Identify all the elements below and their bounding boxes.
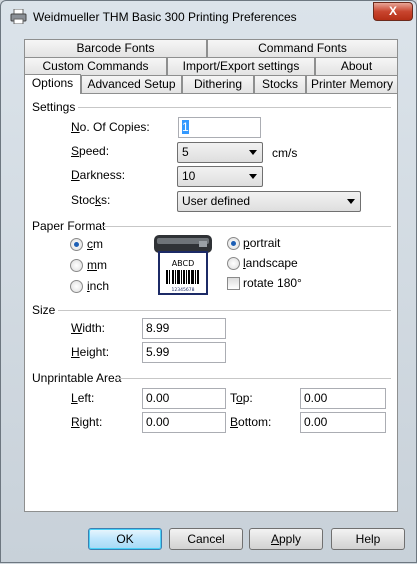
- left-margin-input[interactable]: 0.00: [142, 388, 226, 409]
- unit-inch-radio[interactable]: [70, 280, 83, 293]
- cancel-button[interactable]: Cancel: [169, 528, 243, 550]
- copies-label: No. Of Copies:: [71, 120, 150, 134]
- copies-input[interactable]: 1: [178, 117, 261, 138]
- speed-select[interactable]: 5: [177, 142, 263, 163]
- darkness-label: Darkness:: [71, 168, 126, 182]
- size-section-title: Size: [32, 303, 56, 317]
- bottom-margin-input[interactable]: 0.00: [300, 412, 386, 433]
- rotate-180-checkbox[interactable]: [227, 277, 240, 290]
- unit-cm-label: cm: [87, 237, 103, 251]
- landscape-label: landscape: [243, 256, 298, 270]
- unit-inch-label: inch: [87, 279, 110, 293]
- speed-label: Speed:: [71, 144, 110, 158]
- tab-dithering[interactable]: Dithering: [182, 75, 254, 93]
- apply-button[interactable]: Apply: [249, 528, 323, 550]
- speed-unit-label: cm/s: [272, 146, 298, 160]
- tab-about[interactable]: About: [315, 57, 398, 75]
- unprintable-area-divider: [116, 378, 391, 379]
- width-label: Width:: [71, 321, 106, 335]
- height-input[interactable]: 5.99: [142, 342, 226, 363]
- help-button[interactable]: Help: [331, 528, 405, 550]
- right-margin-input[interactable]: 0.00: [142, 412, 226, 433]
- printing-preferences-window: Weidmueller THM Basic 300 Printing Prefe…: [0, 0, 417, 563]
- portrait-radio[interactable]: [227, 237, 240, 250]
- darkness-select[interactable]: 10: [177, 166, 263, 187]
- top-margin-label: Top:: [230, 391, 253, 405]
- left-margin-label: Left:: [71, 391, 95, 405]
- tab-command-fonts[interactable]: Command Fonts: [207, 39, 398, 57]
- tab-printer-memory[interactable]: Printer Memory: [306, 75, 398, 93]
- paper-format-section-title: Paper Format: [32, 219, 106, 233]
- tab-stocks[interactable]: Stocks: [254, 75, 306, 93]
- tab-options[interactable]: Options: [24, 74, 81, 94]
- tab-advanced-setup[interactable]: Advanced Setup: [81, 75, 182, 93]
- settings-section-title: Settings: [32, 100, 76, 114]
- svg-text:ABCD: ABCD: [172, 259, 195, 268]
- width-input[interactable]: 8.99: [142, 318, 226, 339]
- stocks-select[interactable]: User defined: [177, 191, 361, 212]
- right-margin-label: Right:: [71, 415, 103, 429]
- chevron-down-icon: [249, 150, 257, 155]
- ok-button[interactable]: OK: [88, 528, 162, 550]
- stocks-label: Stocks:: [71, 193, 111, 207]
- bottom-margin-label: Bottom:: [230, 415, 272, 429]
- landscape-radio[interactable]: [227, 257, 240, 270]
- tab-barcode-fonts[interactable]: Barcode Fonts: [24, 39, 207, 57]
- unprintable-area-section-title: Unprintable Area: [32, 371, 122, 385]
- chevron-down-icon: [347, 199, 355, 204]
- unit-mm-radio[interactable]: [70, 259, 83, 272]
- top-margin-input[interactable]: 0.00: [300, 388, 386, 409]
- rotate-180-label: rotate 180°: [243, 276, 302, 290]
- height-label: Height:: [71, 345, 110, 359]
- label-printer-preview-icon: ABCD 12345678: [154, 235, 212, 295]
- settings-divider: [78, 107, 391, 108]
- size-divider: [58, 310, 391, 311]
- unit-mm-label: mm: [87, 258, 107, 272]
- unit-cm-radio[interactable]: [70, 238, 83, 251]
- tab-custom-commands[interactable]: Custom Commands: [24, 57, 167, 75]
- svg-text:12345678: 12345678: [172, 287, 195, 293]
- tab-import-export-settings[interactable]: Import/Export settings: [167, 57, 315, 75]
- chevron-down-icon: [249, 174, 257, 179]
- portrait-label: portrait: [243, 236, 281, 250]
- paper-format-divider: [101, 226, 391, 227]
